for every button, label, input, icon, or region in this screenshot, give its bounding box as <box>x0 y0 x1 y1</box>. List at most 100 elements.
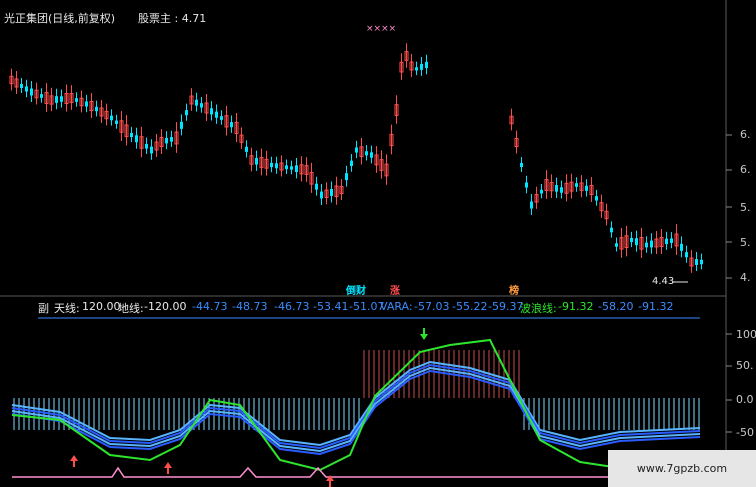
candle-body <box>345 173 348 181</box>
candle-body <box>285 165 288 170</box>
candle-body <box>30 88 33 96</box>
candle-body <box>555 184 558 192</box>
candle-body <box>560 187 563 193</box>
candle-body <box>320 191 323 199</box>
signal-label: 榜 <box>509 286 519 297</box>
candle-body <box>665 238 668 245</box>
candle-body <box>585 185 588 191</box>
candle-body <box>135 135 138 143</box>
candle-body <box>575 183 578 187</box>
di-label: 地线: <box>118 302 144 315</box>
price-axis-tick: 4. <box>740 271 751 284</box>
stock-title: 光正集团(日线,前复权) <box>4 12 116 25</box>
vara-value: -55.22 <box>452 300 488 313</box>
stars-marker: ×××× <box>366 24 397 34</box>
candle-body <box>415 67 418 71</box>
vara-value: -59.37 <box>488 300 524 313</box>
candle-body <box>540 189 543 194</box>
candle-body <box>295 165 298 173</box>
sub-axis-tick: -50 <box>736 426 754 439</box>
candle-body <box>195 99 198 106</box>
sub-axis-tick: 50. <box>736 359 754 372</box>
signal-label: 倒财 <box>346 286 366 297</box>
candle-body <box>315 183 318 190</box>
blue-value: -53.41 <box>313 300 349 313</box>
blue-value: -46.73 <box>274 300 310 313</box>
candle-body <box>290 166 293 170</box>
candle-body <box>95 106 98 112</box>
price-axis-tick: 6. <box>740 163 751 176</box>
candle-body <box>180 121 183 129</box>
candle-body <box>220 116 223 120</box>
watermark: www.7gpzb.com <box>608 450 756 487</box>
vara-label: VARA: <box>380 300 413 313</box>
candle-body <box>370 152 373 158</box>
wave-value: -91.32 <box>558 300 594 313</box>
candle-body <box>695 259 698 265</box>
candle-body <box>185 110 188 116</box>
candle-body <box>650 240 653 248</box>
price-axis-tick: 6. <box>740 128 751 141</box>
candle-body <box>85 101 88 107</box>
candle-body <box>200 103 203 108</box>
candle-body <box>365 151 368 156</box>
stock-chart[interactable] <box>0 0 756 487</box>
candle-body <box>670 238 673 243</box>
wave-label: 波浪线: <box>520 302 557 315</box>
pink-baseline <box>12 466 700 478</box>
candle-body <box>635 238 638 246</box>
candle-body <box>350 160 353 167</box>
low-price-label: 4.43 <box>652 276 675 287</box>
candle-body <box>20 83 23 89</box>
tian-value: 120.00 <box>82 300 121 313</box>
candle-body <box>610 227 613 233</box>
candle-body <box>330 189 333 196</box>
candle-body <box>110 115 113 121</box>
candle-body <box>145 143 148 149</box>
sub-axis-tick: 0.0 <box>736 393 754 406</box>
candlesticks <box>9 43 703 283</box>
di-value: -120.00 <box>144 300 187 313</box>
candle-body <box>115 120 118 124</box>
buy-arrow-icon <box>164 462 172 474</box>
price-axis-tick: 5. <box>740 236 751 249</box>
sub-indicator-prefix: 副 <box>38 302 49 315</box>
candle-body <box>275 163 278 169</box>
price-axis-tick: 5. <box>740 201 751 214</box>
candle-body <box>55 96 58 103</box>
price-label: 股票主 : 4.71 <box>138 12 207 25</box>
signal-label: 涨 <box>390 286 400 297</box>
candle-body <box>420 63 423 70</box>
tian-label: 天线: <box>54 302 80 315</box>
wave-value: -91.32 <box>638 300 674 313</box>
candle-body <box>425 61 428 69</box>
candle-body <box>75 98 78 102</box>
candle-body <box>130 132 133 138</box>
sub-indicator-panel <box>11 328 701 487</box>
candle-body <box>60 96 63 102</box>
candle-body <box>525 182 528 188</box>
sell-arrow-icon <box>420 328 428 340</box>
vara-value: -57.03 <box>414 300 450 313</box>
candle-body <box>210 108 213 115</box>
candle-body <box>680 243 683 251</box>
candle-body <box>270 162 273 168</box>
blue-value: -44.73 <box>192 300 228 313</box>
candle-body <box>215 111 218 118</box>
candle-body <box>520 162 523 168</box>
candle-body <box>615 243 618 247</box>
candle-body <box>245 146 248 152</box>
green-wave-line <box>11 338 700 472</box>
sub-axis-tick: 100 <box>736 328 756 341</box>
blue-value: -48.73 <box>232 300 268 313</box>
candle-body <box>595 196 598 201</box>
candle-body <box>700 259 703 265</box>
candle-body <box>150 146 153 154</box>
buy-arrow-icon <box>70 455 78 467</box>
candle-body <box>685 252 688 258</box>
candle-body <box>355 147 358 153</box>
wave-value: -58.20 <box>598 300 634 313</box>
candle-body <box>170 137 173 142</box>
candle-body <box>255 157 258 165</box>
candle-body <box>630 237 633 243</box>
